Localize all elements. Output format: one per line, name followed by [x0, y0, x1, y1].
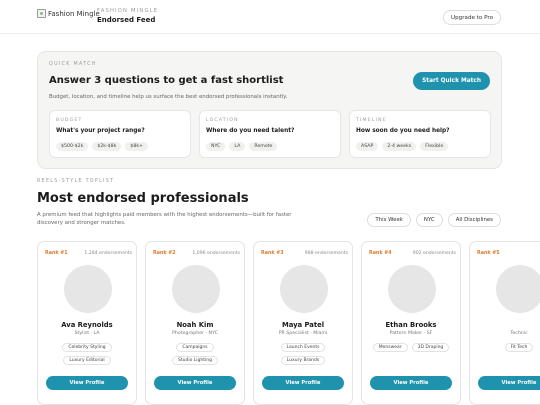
filter-timeframe[interactable]: This Week [367, 213, 411, 227]
talent-name: Ava Reynolds [61, 321, 113, 329]
talent-carousel[interactable]: Rank #1 1,284 endorsements Ava Reynolds … [37, 241, 540, 405]
endorsement-count: 988 endorsements [304, 251, 348, 256]
question-card-budget: BUDGET What's your project range? $500-$… [49, 110, 191, 158]
question-label: Where do you need talent? [206, 128, 295, 134]
top-header: Fashion Mingle FASHION MINGLE Endorsed F… [0, 0, 540, 34]
option-chip[interactable]: $8k+ [125, 142, 148, 151]
logo[interactable]: Fashion Mingle [37, 9, 100, 18]
talent-role: Stylist · LA [74, 331, 100, 336]
option-group: ASAP 2-4 weeks Flexible [356, 142, 449, 151]
skill-tag: Studio Lighting [172, 356, 218, 365]
question-eyebrow: LOCATION [206, 118, 239, 123]
rank-badge: Rank #1 [45, 251, 68, 256]
talent-name: Ethan Brooks [385, 321, 437, 329]
option-chip[interactable]: ASAP [356, 142, 379, 151]
option-chip[interactable]: Flexible [420, 142, 449, 151]
page-title: Endorsed Feed [97, 16, 156, 24]
talent-name: Noah Kim [176, 321, 214, 329]
brand-eyebrow: FASHION MINGLE [97, 8, 159, 14]
tag-list: Campaigns Studio Lighting [152, 343, 238, 365]
brand-block: FASHION MINGLE Endorsed Feed [97, 8, 158, 24]
talent-role: PR Specialist · Miami [278, 331, 328, 336]
option-group: $500-$2k $2k-$8k $8k+ [56, 142, 148, 151]
toplist-title: Most endorsed professionals [37, 191, 249, 206]
upgrade-button[interactable]: Upgrade to Pro [443, 10, 501, 25]
avatar [64, 265, 112, 313]
talent-role: Pattern Maker · SF [389, 331, 433, 336]
view-profile-button[interactable]: View Profile [154, 376, 236, 390]
view-profile-button[interactable]: View Profile [262, 376, 344, 390]
avatar [496, 265, 540, 313]
option-chip[interactable]: 2-4 weeks [382, 142, 417, 151]
logo-alt-text: Fashion Mingle [48, 9, 100, 18]
filter-bar: This Week NYC All Disciplines [367, 213, 501, 227]
option-chip[interactable]: $500-$2k [56, 142, 89, 151]
start-quick-match-button[interactable]: Start Quick Match [413, 72, 490, 90]
talent-name: Maya Patel [281, 321, 325, 329]
tag-list: Launch Events Luxury Brands [260, 343, 346, 365]
quick-match-panel: QUICK MATCH Answer 3 questions to get a … [37, 51, 502, 169]
quick-match-eyebrow: QUICK MATCH [49, 62, 97, 67]
skill-tag: Luxury Brands [280, 356, 326, 365]
skill-tag: Luxury Editorial [63, 356, 111, 365]
avatar [280, 265, 328, 313]
toplist-eyebrow: REELS-STYLE TOPLIST [37, 179, 115, 184]
question-label: What's your project range? [56, 128, 145, 134]
endorsement-count: 902 endorsements [412, 251, 456, 256]
broken-image-icon [37, 9, 46, 18]
skill-tag: Menswear [372, 343, 408, 352]
option-chip[interactable]: NYC [206, 142, 226, 151]
talent-role: Technic [510, 331, 528, 336]
quick-match-title: Answer 3 questions to get a fast shortli… [49, 75, 284, 86]
skill-tag: Fit Tech [504, 343, 534, 352]
rank-badge: Rank #4 [369, 251, 392, 256]
endorsement-count: 1,284 endorsements [84, 251, 132, 256]
rank-badge: Rank #2 [153, 251, 176, 256]
option-chip[interactable]: $2k-$8k [92, 142, 122, 151]
toplist-description: A premium feed that highlights paid memb… [37, 212, 292, 226]
talent-card[interactable]: Rank #3 988 endorsements Maya Patel PR S… [253, 241, 353, 405]
question-eyebrow: BUDGET [56, 118, 83, 123]
question-label: How soon do you need help? [356, 128, 450, 134]
filter-discipline[interactable]: All Disciplines [447, 213, 501, 227]
skill-tag: Celebrity Styling [62, 343, 112, 352]
quick-match-subtitle: Budget, location, and timeline help us s… [49, 94, 288, 100]
avatar [172, 265, 220, 313]
skill-tag: 3D Draping [411, 343, 450, 352]
question-card-location: LOCATION Where do you need talent? NYC L… [199, 110, 341, 158]
tag-list: Fit Tech [476, 343, 540, 352]
talent-card[interactable]: Rank #2 1,096 endorsements Noah Kim Phot… [145, 241, 245, 405]
skill-tag: Launch Events [280, 343, 326, 352]
avatar [388, 265, 436, 313]
question-card-timeline: TIMELINE How soon do you need help? ASAP… [349, 110, 491, 158]
option-chip[interactable]: Remote [249, 142, 278, 151]
skill-tag: Campaigns [176, 343, 214, 352]
rank-badge: Rank #5 [477, 251, 500, 256]
view-profile-button[interactable]: View Profile [478, 376, 540, 390]
talent-card[interactable]: Rank #4 902 endorsements Ethan Brooks Pa… [361, 241, 461, 405]
tag-list: Celebrity Styling Luxury Editorial [44, 343, 130, 365]
option-chip[interactable]: LA [229, 142, 246, 151]
view-profile-button[interactable]: View Profile [370, 376, 452, 390]
talent-role: Photographer · NYC [172, 331, 218, 336]
talent-card[interactable]: Rank #5 Technic Fit Tech View Profile [469, 241, 540, 405]
option-group: NYC LA Remote [206, 142, 278, 151]
tag-list: Menswear 3D Draping [368, 343, 454, 352]
endorsement-count: 1,096 endorsements [192, 251, 240, 256]
talent-card[interactable]: Rank #1 1,284 endorsements Ava Reynolds … [37, 241, 137, 405]
question-eyebrow: TIMELINE [356, 118, 387, 123]
filter-location[interactable]: NYC [415, 213, 443, 227]
logo-image: Fashion Mingle [37, 9, 100, 18]
rank-badge: Rank #3 [261, 251, 284, 256]
view-profile-button[interactable]: View Profile [46, 376, 128, 390]
